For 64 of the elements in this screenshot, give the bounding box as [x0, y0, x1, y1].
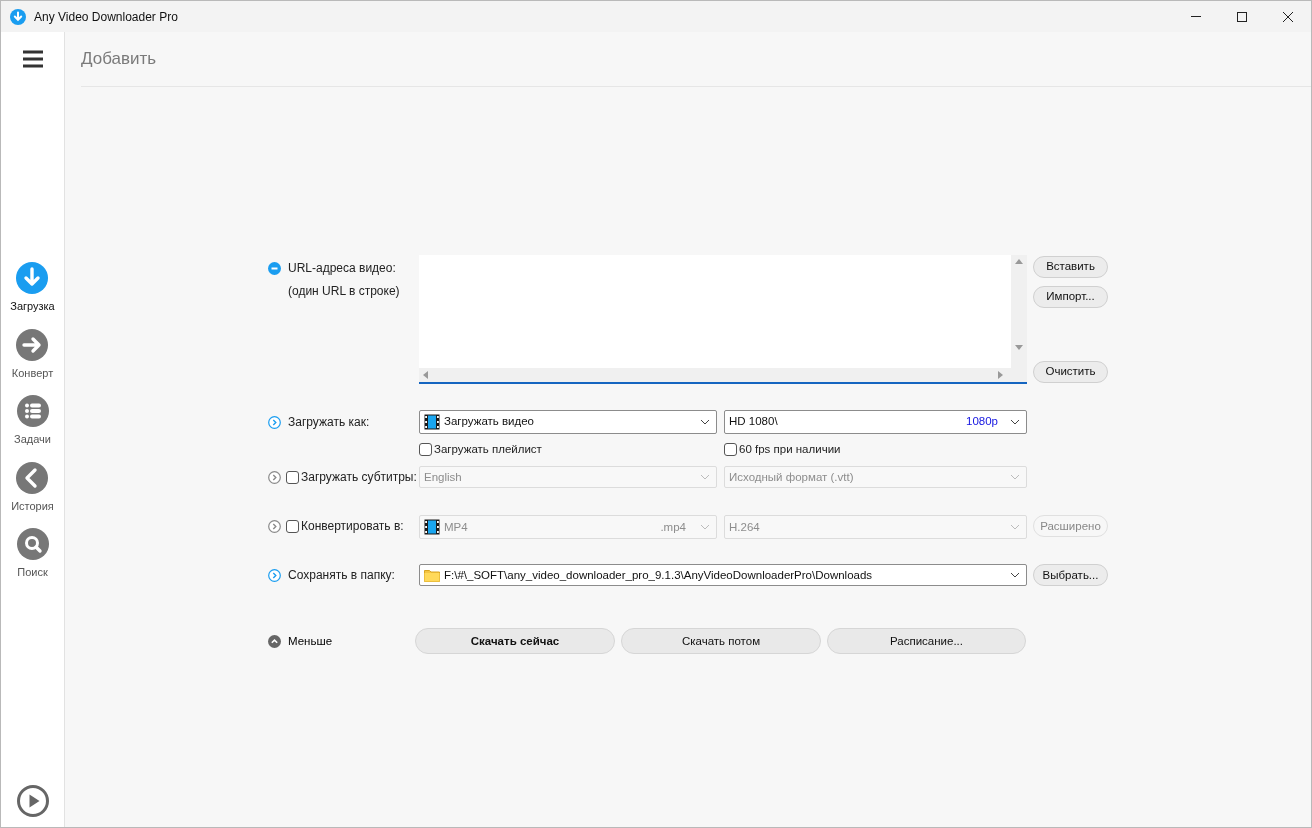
download-type-dropdown[interactable]: Загружать видео — [419, 410, 717, 434]
sidebar-item[interactable]: Конверт — [11, 328, 54, 381]
extension-text: .mp4 — [660, 519, 686, 535]
caret-icon — [1010, 474, 1020, 481]
scroll-down-icon[interactable] — [1015, 345, 1023, 350]
scroll-right-icon[interactable] — [998, 371, 1003, 379]
download-button[interactable]: Скачать потом — [621, 628, 821, 655]
play-icon — [16, 785, 49, 817]
action-button[interactable]: Импорт... — [1033, 286, 1108, 308]
field-label: URL-адреса видео: — [288, 260, 396, 277]
caret-icon — [1010, 419, 1020, 425]
expand-icon[interactable] — [268, 470, 281, 484]
menu-icon — [21, 50, 44, 68]
checkbox-label: Загружать плейлист — [434, 442, 542, 457]
folder-icon — [424, 568, 440, 583]
left-chevron-icon — [16, 461, 49, 494]
search-icon — [16, 528, 49, 560]
sidebar-item[interactable]: Поиск — [16, 528, 49, 581]
film-icon — [424, 519, 440, 536]
download-button[interactable]: Расписание... — [827, 628, 1026, 655]
close-icon — [1283, 11, 1293, 22]
scroll-up-icon[interactable] — [1015, 259, 1023, 264]
maximize-icon — [1237, 11, 1247, 22]
film-icon — [424, 414, 440, 430]
resolution-label: 1080p — [966, 414, 998, 430]
field-label: Загружать субтитры: — [301, 469, 417, 487]
caret-icon — [1010, 572, 1020, 579]
caret-icon — [700, 419, 710, 425]
field-label: Конвертировать в: — [301, 518, 404, 536]
window-title: Any Video Downloader Pro — [34, 8, 178, 26]
caret-icon — [700, 474, 710, 481]
sidebar-item[interactable]: Задачи — [14, 395, 51, 448]
minimize-icon — [1191, 16, 1201, 17]
expand-icon[interactable] — [268, 568, 281, 582]
expand-icon[interactable] — [268, 415, 281, 429]
format-text: MP4 — [444, 519, 469, 535]
action-button[interactable]: Вставить — [1033, 256, 1108, 278]
sidebar-item[interactable]: Загрузка — [10, 262, 55, 315]
app-logo-icon — [10, 8, 26, 25]
url-input-field[interactable] — [419, 255, 1027, 384]
list-icon — [16, 395, 49, 427]
checkbox[interactable] — [286, 470, 299, 484]
download-button[interactable]: Скачать сейчас — [415, 628, 615, 655]
collapse-icon[interactable] — [268, 261, 281, 275]
checkbox[interactable] — [724, 443, 737, 457]
browse-button[interactable]: Выбрать... — [1033, 564, 1108, 587]
sidebar-item[interactable]: История — [11, 461, 54, 514]
field-label: Сохранять в папку: — [288, 567, 395, 585]
less-toggle[interactable]: Меньше — [268, 632, 415, 650]
action-button[interactable]: Очистить — [1033, 361, 1108, 383]
quality-dropdown[interactable]: HD 1080\ 1080p — [724, 410, 1027, 434]
quality-text: HD 1080\ — [729, 414, 779, 430]
page-title: Добавить — [81, 48, 157, 71]
checkbox[interactable] — [419, 443, 432, 457]
collapse-up-icon — [268, 634, 281, 648]
scroll-left-icon[interactable] — [423, 371, 428, 379]
checkbox-label: 60 fps при наличии — [739, 442, 841, 457]
expand-icon[interactable] — [268, 519, 281, 533]
folder-path-dropdown[interactable]: F:\#\_SOFT\any_video_downloader_pro_9.1.3\AnyVideoDownloaderPro\Downloads — [419, 564, 1027, 587]
caret-icon — [1010, 524, 1020, 531]
caret-icon — [700, 524, 710, 531]
checkbox[interactable] — [286, 519, 299, 533]
hint-text: (один URL в строке) — [288, 283, 400, 300]
field-label: Загружать как: — [288, 414, 370, 431]
